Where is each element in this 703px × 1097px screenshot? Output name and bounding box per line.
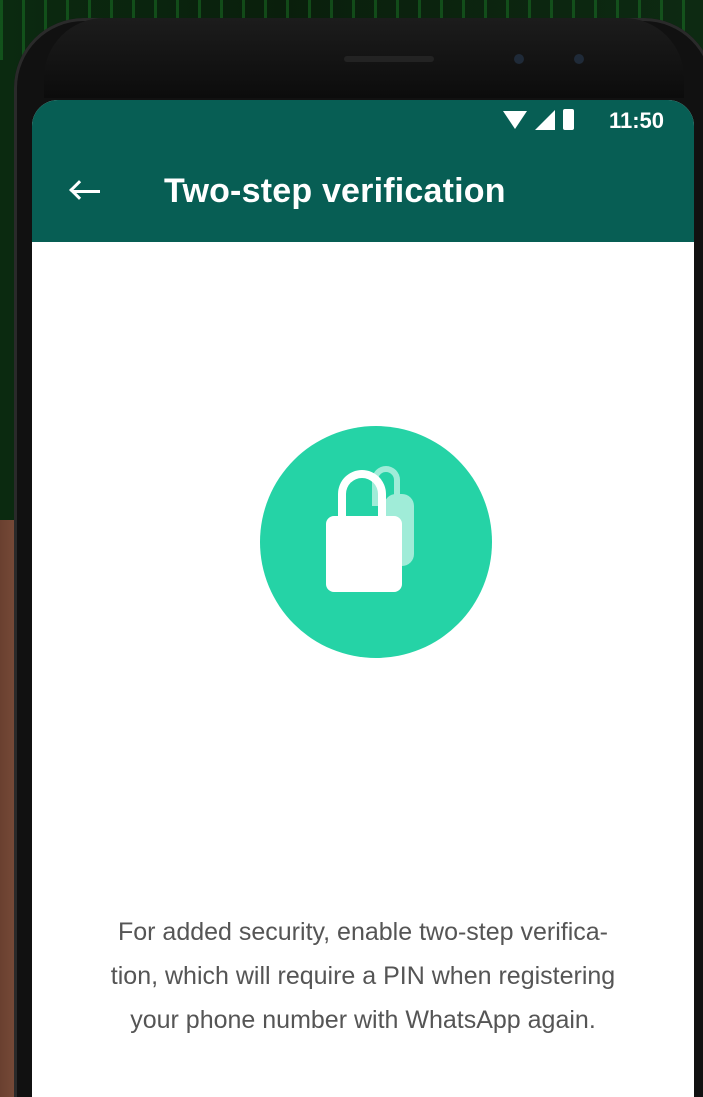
lock-shackle	[338, 470, 386, 518]
main-content: For added security, enable two-step veri…	[32, 242, 694, 1097]
back-button[interactable]	[62, 167, 110, 215]
battery-icon	[563, 109, 574, 130]
status-icons	[503, 109, 574, 130]
arrow-left-icon	[72, 189, 100, 193]
description-line-3: your phone number with WhatsApp again.	[130, 1006, 596, 1034]
photo-scene: 11:50 Two-step verification For added se…	[0, 0, 703, 1097]
description-line-1: For added security, enable two-step veri…	[117, 918, 609, 946]
status-bar: 11:50	[32, 100, 694, 142]
page-title: Two-step verification	[164, 172, 506, 210]
status-time: 11:50	[608, 108, 664, 133]
lock-icon	[326, 516, 402, 592]
lock-illustration	[260, 426, 492, 658]
camera-icon	[574, 54, 584, 64]
phone-top-bezel	[44, 18, 684, 98]
description-text: For added security, enable two-step veri…	[68, 910, 658, 1042]
wifi-icon	[503, 110, 527, 129]
app-bar: Two-step verification	[32, 142, 694, 242]
signal-icon	[535, 109, 555, 130]
phone-screen: 11:50 Two-step verification For added se…	[32, 100, 694, 1097]
sensor-icon	[514, 54, 524, 64]
speaker-grille	[344, 56, 434, 62]
description-line-2: tion, which will require a PIN when regi…	[110, 962, 616, 990]
phone-frame: 11:50 Two-step verification For added se…	[14, 18, 703, 1097]
